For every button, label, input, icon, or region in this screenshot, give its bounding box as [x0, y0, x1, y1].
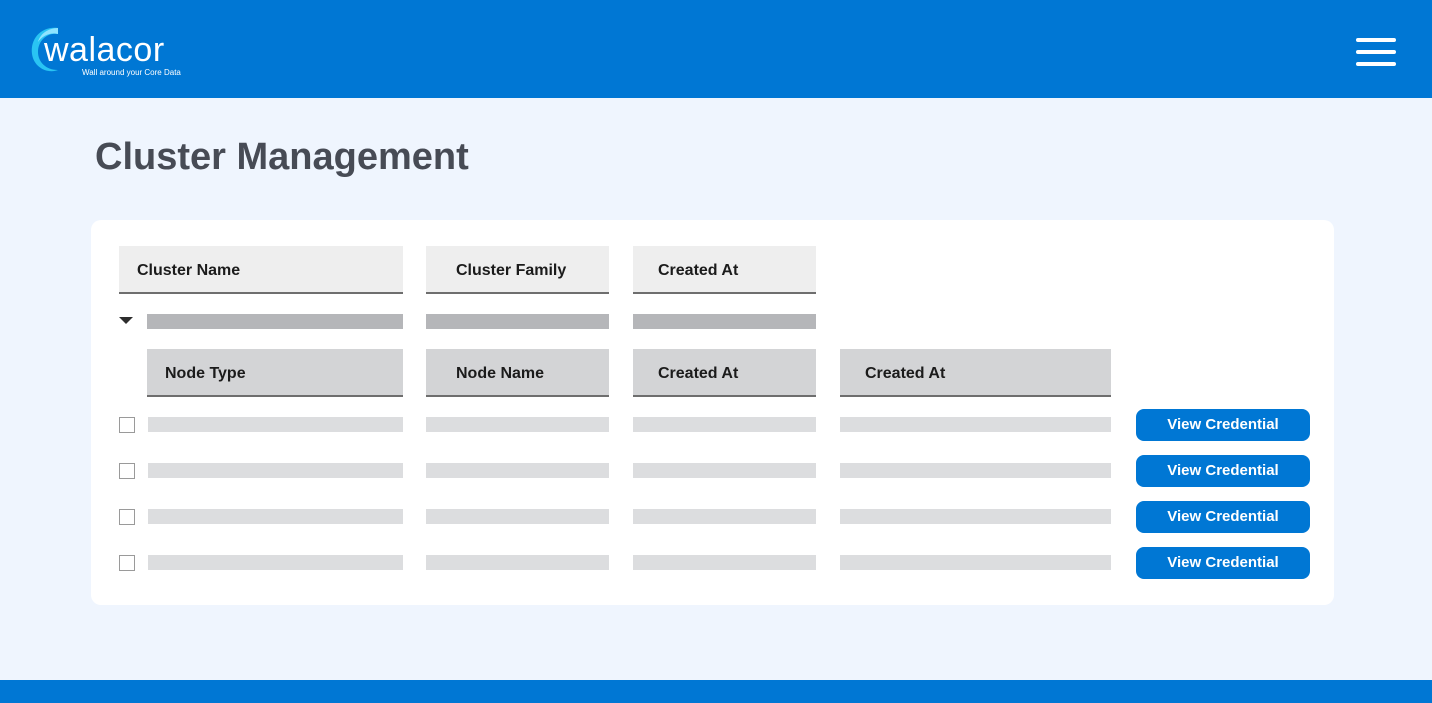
column-header-node-type[interactable]: Node Type	[147, 349, 403, 397]
node-name-placeholder	[426, 417, 609, 432]
node-type-placeholder	[148, 463, 403, 478]
node-type-placeholder	[148, 417, 403, 432]
view-credential-button[interactable]: View Credential	[1136, 501, 1310, 533]
view-credential-button[interactable]: View Credential	[1136, 455, 1310, 487]
cluster-family-placeholder	[426, 314, 609, 329]
node-created-at-2-placeholder	[840, 417, 1111, 432]
logo-wordmark: walacor	[44, 31, 165, 69]
node-created-at-placeholder	[633, 555, 816, 570]
view-credential-button[interactable]: View Credential	[1136, 547, 1310, 579]
row-checkbox[interactable]	[119, 509, 135, 525]
footer-bar	[0, 680, 1432, 703]
node-name-placeholder	[426, 509, 609, 524]
column-header-cluster-family[interactable]: Cluster Family	[426, 246, 609, 294]
top-bar: walacor Wall around your Core Data	[0, 0, 1432, 98]
column-header-node-created-at-2[interactable]: Created At	[840, 349, 1111, 397]
column-header-created-at[interactable]: Created At	[633, 246, 816, 294]
node-created-at-placeholder	[633, 417, 816, 432]
hamburger-menu-icon[interactable]	[1356, 36, 1396, 68]
cluster-name-placeholder	[147, 314, 403, 329]
column-header-cluster-name[interactable]: Cluster Name	[119, 246, 403, 294]
node-created-at-2-placeholder	[840, 509, 1111, 524]
column-header-node-created-at[interactable]: Created At	[633, 349, 816, 397]
logo-tagline: Wall around your Core Data	[82, 68, 181, 77]
node-type-placeholder	[148, 509, 403, 524]
expand-caret-icon[interactable]	[119, 317, 133, 324]
walacor-logo[interactable]: walacor Wall around your Core Data	[28, 24, 198, 80]
node-created-at-placeholder	[633, 509, 816, 524]
column-header-node-name[interactable]: Node Name	[426, 349, 609, 397]
row-checkbox[interactable]	[119, 555, 135, 571]
row-checkbox[interactable]	[119, 417, 135, 433]
node-name-placeholder	[426, 463, 609, 478]
node-name-placeholder	[426, 555, 609, 570]
row-checkbox[interactable]	[119, 463, 135, 479]
node-created-at-placeholder	[633, 463, 816, 478]
cluster-created-at-placeholder	[633, 314, 816, 329]
page-title: Cluster Management	[95, 136, 469, 178]
cluster-table-card: Cluster Name Cluster Family Created At N…	[91, 220, 1334, 605]
node-created-at-2-placeholder	[840, 463, 1111, 478]
node-type-placeholder	[148, 555, 403, 570]
view-credential-button[interactable]: View Credential	[1136, 409, 1310, 441]
node-created-at-2-placeholder	[840, 555, 1111, 570]
